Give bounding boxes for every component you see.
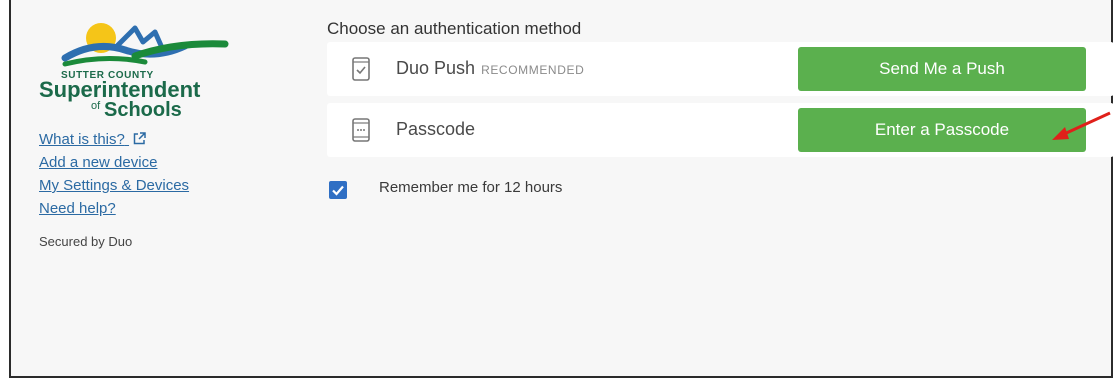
brand-line1: Superintendent	[39, 77, 201, 102]
method-label-duo-push: Duo Push RECOMMENDED	[396, 58, 584, 79]
external-link-icon	[133, 132, 146, 145]
what-is-this-label: What is this?	[39, 131, 125, 148]
phone-check-icon	[352, 57, 370, 81]
enter-passcode-button[interactable]: Enter a Passcode	[798, 108, 1086, 152]
method-row-duo-push: Duo Push RECOMMENDED Send Me a Push	[327, 42, 1114, 96]
remember-checkbox[interactable]	[329, 181, 347, 199]
need-help-link[interactable]: Need help?	[39, 197, 189, 220]
passcode-icon	[352, 118, 370, 142]
add-device-link[interactable]: Add a new device	[39, 151, 189, 174]
duo-frame: SUTTER COUNTY Superintendent of Schools …	[9, 0, 1114, 378]
secured-by-duo: Secured by Duo	[39, 234, 133, 249]
send-push-button[interactable]: Send Me a Push	[798, 47, 1086, 91]
duo-push-label: Duo Push	[396, 58, 476, 78]
brand-line2: Schools	[104, 99, 182, 121]
checkmark-icon	[332, 185, 344, 196]
method-label-passcode: Passcode	[396, 119, 476, 139]
annotation-arrow-icon	[1052, 111, 1111, 140]
sidebar-links: What is this? Add a new device My Settin…	[39, 128, 189, 220]
page-title: Choose an authentication method	[327, 19, 582, 38]
recommended-badge: RECOMMENDED	[481, 63, 585, 77]
logo-graphic	[61, 23, 229, 67]
brand-of: of	[91, 100, 101, 112]
what-is-this-link[interactable]: What is this?	[39, 128, 189, 151]
method-row-passcode: Passcode Enter a Passcode	[327, 103, 1114, 157]
settings-devices-link[interactable]: My Settings & Devices	[39, 174, 189, 197]
remember-label: Remember me for 12 hours	[379, 179, 563, 196]
